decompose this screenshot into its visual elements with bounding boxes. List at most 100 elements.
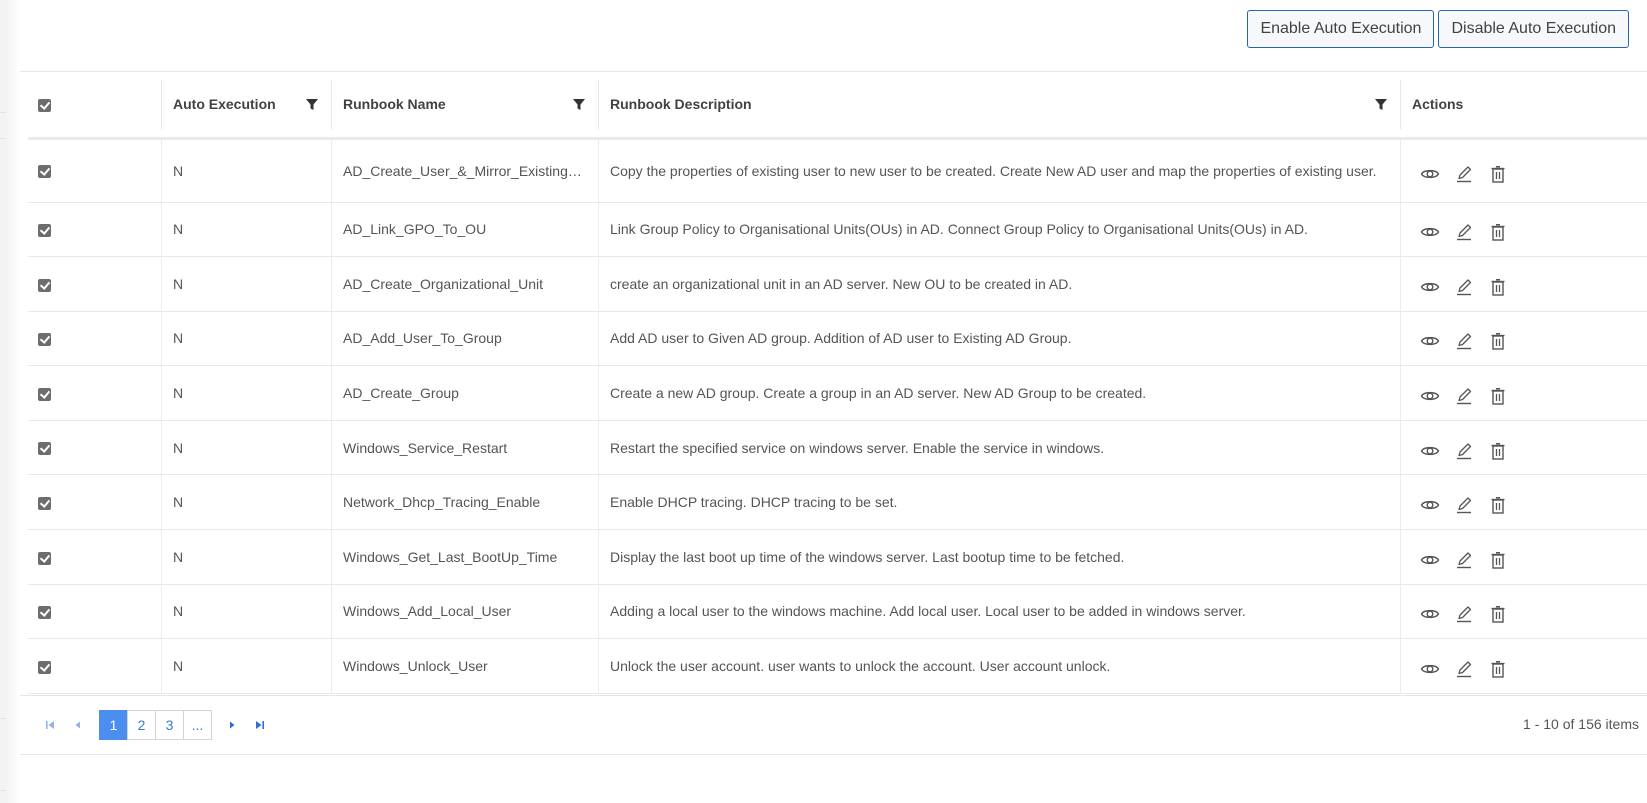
runbook-name: AD_Add_User_To_Group: [343, 330, 502, 347]
row-checkbox[interactable]: [38, 660, 51, 674]
trash-icon[interactable]: [1488, 164, 1508, 184]
row-select-cell: [28, 638, 161, 694]
trash-icon[interactable]: [1488, 441, 1508, 461]
last-page-button[interactable]: [246, 710, 274, 740]
pencil-icon[interactable]: [1454, 277, 1474, 297]
row-checkbox[interactable]: [38, 165, 51, 179]
table-row[interactable]: N Network_Dhcp_Tracing_Enable Enable DHCP …: [28, 474, 1647, 531]
last-page-icon: [256, 721, 264, 729]
column-header-auto-execution[interactable]: Auto Execution: [161, 72, 331, 140]
pencil-icon[interactable]: [1454, 386, 1474, 406]
actions-cell: [1400, 138, 1647, 203]
pencil-icon[interactable]: [1454, 222, 1474, 242]
runbook-description: Display the last boot up time of the win…: [610, 548, 1125, 565]
row-actions: [1412, 158, 1635, 184]
eye-icon[interactable]: [1420, 604, 1440, 624]
eye-icon[interactable]: [1420, 222, 1440, 242]
filter-icon[interactable]: [572, 97, 586, 111]
runbook-name: Windows_Get_Last_BootUp_Time: [343, 548, 558, 565]
table-row[interactable]: N Windows_Get_Last_BootUp_Time Display the…: [28, 529, 1647, 585]
trash-icon[interactable]: [1488, 495, 1508, 515]
table-row[interactable]: N AD_Link_GPO_To_OU Link Group Policy to O…: [28, 202, 1647, 258]
column-header-runbook-description[interactable]: Runbook Description: [598, 72, 1400, 140]
actions-cell: [1400, 638, 1647, 694]
table-row[interactable]: N AD_Add_User_To_Group Add AD user to Give…: [28, 311, 1647, 367]
eye-icon[interactable]: [1420, 164, 1440, 184]
eye-icon[interactable]: [1420, 550, 1440, 570]
runbook-description: Enable DHCP tracing. DHCP tracing to be …: [610, 494, 898, 511]
table-row[interactable]: N AD_Create_User_&_Mirror_Existing_User Co…: [28, 138, 1647, 203]
page-button[interactable]: 2: [127, 710, 156, 740]
row-checkbox[interactable]: [38, 278, 51, 292]
auto-execution-cell: N: [161, 256, 331, 312]
pencil-icon[interactable]: [1454, 495, 1474, 515]
table-row[interactable]: N AD_Create_Group Create a new AD group. C…: [28, 365, 1647, 421]
row-checkbox[interactable]: [38, 497, 51, 511]
table-row[interactable]: N AD_Create_Organizational_Unit create an …: [28, 256, 1647, 312]
eye-icon[interactable]: [1420, 277, 1440, 297]
pencil-icon[interactable]: [1454, 164, 1474, 184]
table-row[interactable]: N Windows_Service_Restart Restart the spec…: [28, 420, 1647, 476]
eye-icon[interactable]: [1420, 495, 1440, 515]
pager-info: 1 - 10 of 156 items: [1523, 716, 1639, 732]
page-button[interactable]: 3: [155, 710, 184, 740]
row-checkbox[interactable]: [38, 442, 51, 456]
eye-icon[interactable]: [1420, 659, 1440, 679]
toolbar: Enable Auto Execution Disable Auto Execu…: [1247, 10, 1629, 48]
runbook-description-cell: Add AD user to Given AD group. Addition …: [598, 311, 1400, 367]
runbook-name: AD_Create_User_&_Mirror_Existing_User: [343, 162, 598, 179]
column-header-runbook-name[interactable]: Runbook Name: [331, 72, 598, 140]
row-checkbox[interactable]: [38, 606, 51, 620]
select-all-checkbox[interactable]: [38, 99, 51, 113]
pencil-icon[interactable]: [1454, 659, 1474, 679]
row-actions: [1412, 271, 1635, 297]
pencil-icon[interactable]: [1454, 604, 1474, 624]
filter-icon[interactable]: [305, 97, 319, 111]
runbook-description: Create a new AD group. Create a group in…: [610, 385, 1147, 402]
column-title: Actions: [1412, 96, 1464, 113]
runbook-description-cell: Restart the specified service on windows…: [598, 420, 1400, 476]
row-select-cell: [28, 138, 161, 203]
row-checkbox[interactable]: [38, 551, 51, 565]
runbook-name-cell: Windows_Unlock_User: [331, 638, 598, 694]
trash-icon[interactable]: [1488, 277, 1508, 297]
pencil-icon[interactable]: [1454, 550, 1474, 570]
filter-icon[interactable]: [1374, 97, 1388, 111]
auto-execution-value: N: [173, 162, 184, 179]
pager: 1 2 3...: [36, 710, 274, 740]
pencil-icon[interactable]: [1454, 441, 1474, 461]
actions-cell: [1400, 202, 1647, 258]
row-actions: [1412, 598, 1635, 624]
table-row[interactable]: N Windows_Unlock_User Unlock the user acco…: [28, 638, 1647, 694]
row-select-cell: [28, 365, 161, 421]
row-select-cell: [28, 311, 161, 367]
page-button[interactable]: 1: [99, 710, 128, 740]
next-page-button[interactable]: [218, 710, 246, 740]
more-pages-button[interactable]: ...: [183, 710, 212, 740]
trash-icon[interactable]: [1488, 386, 1508, 406]
trash-icon[interactable]: [1488, 550, 1508, 570]
page-numbers: 1 2 3...: [99, 710, 212, 740]
enable-auto-execution-button[interactable]: Enable Auto Execution: [1247, 10, 1435, 48]
eye-icon[interactable]: [1420, 331, 1440, 351]
pager-bar: 1 2 3... 1 - 10 of 156 items: [20, 695, 1647, 755]
trash-icon[interactable]: [1488, 604, 1508, 624]
runbook-name: Windows_Service_Restart: [343, 439, 508, 456]
pencil-icon[interactable]: [1454, 331, 1474, 351]
table-row[interactable]: N Windows_Add_Local_User Adding a local us…: [28, 584, 1647, 640]
row-checkbox[interactable]: [38, 387, 51, 401]
trash-icon[interactable]: [1488, 659, 1508, 679]
first-page-button[interactable]: [36, 710, 64, 740]
row-checkbox[interactable]: [38, 333, 51, 347]
runbook-name: Windows_Add_Local_User: [343, 603, 512, 620]
eye-icon[interactable]: [1420, 441, 1440, 461]
eye-icon[interactable]: [1420, 386, 1440, 406]
auto-execution-cell: N: [161, 529, 331, 585]
runbook-name-cell: AD_Create_User_&_Mirror_Existing_User: [331, 138, 598, 203]
previous-page-button[interactable]: [64, 710, 92, 740]
row-checkbox[interactable]: [38, 224, 51, 238]
trash-icon[interactable]: [1488, 222, 1508, 242]
disable-auto-execution-button[interactable]: Disable Auto Execution: [1438, 10, 1629, 48]
runbook-name-cell: Windows_Service_Restart: [331, 420, 598, 476]
trash-icon[interactable]: [1488, 331, 1508, 351]
